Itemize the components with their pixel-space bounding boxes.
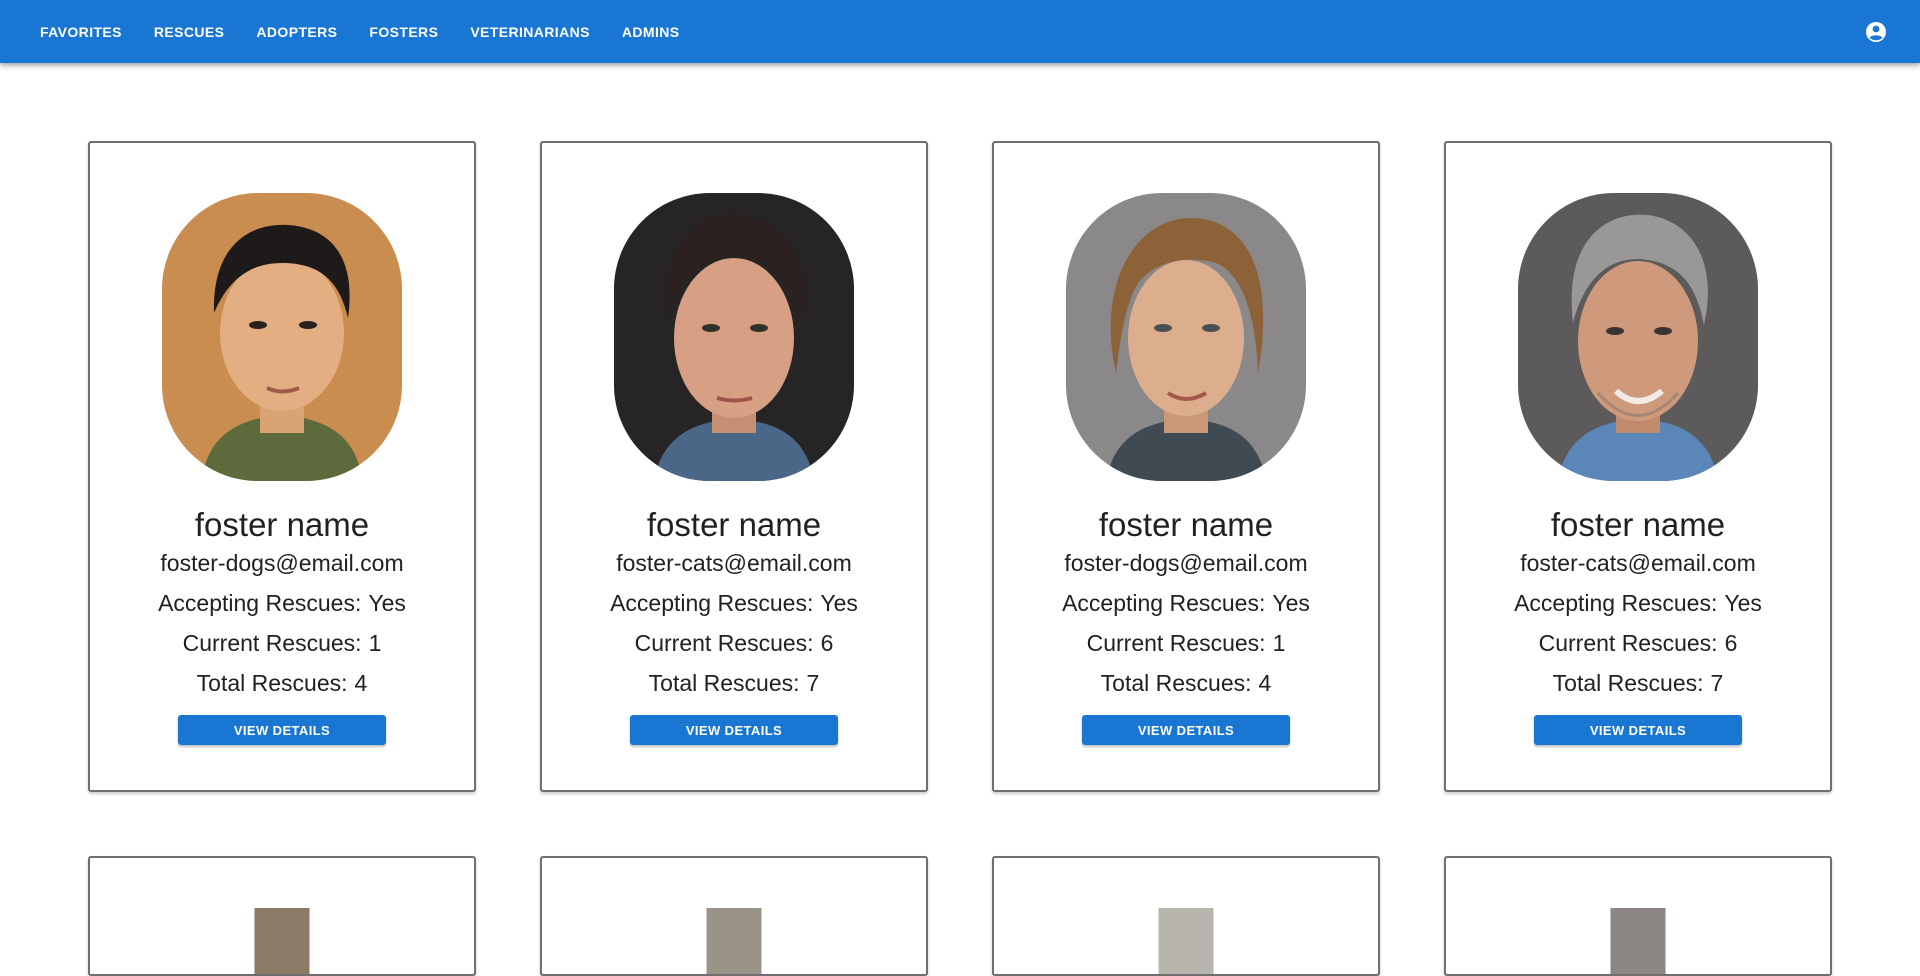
total-value: 4 [354,670,368,696]
total-value: 4 [1258,670,1272,696]
accepting-value: Yes [820,590,858,616]
total-rescues: Total Rescues: 7 [1553,667,1724,699]
foster-card [88,856,476,976]
nav-adopters[interactable]: ADOPTERS [240,16,353,48]
view-details-button[interactable]: VIEW DETAILS [1534,715,1742,745]
foster-card: foster name foster-cats@email.com Accept… [1444,141,1832,792]
view-details-button[interactable]: VIEW DETAILS [178,715,386,745]
current-rescues: Current Rescues: 6 [1539,627,1738,659]
nav-admins[interactable]: ADMINS [606,16,696,48]
total-rescues: Total Rescues: 4 [1101,667,1272,699]
accepting-value: Yes [1724,590,1762,616]
current-value: 6 [820,630,834,656]
foster-card: foster name foster-cats@email.com Accept… [540,141,928,792]
foster-portrait [1158,908,1214,974]
foster-email: foster-dogs@email.com [1064,550,1308,576]
total-value: 7 [1710,670,1724,696]
accepting-label: Accepting Rescues: [1514,590,1718,616]
foster-portrait [1518,193,1758,481]
accepting-rescues: Accepting Rescues: Yes [610,587,858,619]
current-rescues: Current Rescues: 1 [183,627,382,659]
foster-name: foster name [1550,506,1726,543]
foster-portrait [1066,193,1306,481]
total-rescues: Total Rescues: 4 [197,667,368,699]
accepting-value: Yes [368,590,406,616]
foster-card: foster name foster-dogs@email.com Accept… [88,141,476,792]
nav-favorites[interactable]: FAVORITES [24,16,138,48]
foster-portrait [706,908,762,974]
accepting-label: Accepting Rescues: [610,590,814,616]
current-label: Current Rescues: [634,630,814,656]
foster-name: foster name [1098,506,1274,543]
foster-portrait [162,193,402,481]
nav-rescues[interactable]: RESCUES [138,16,240,48]
foster-email: foster-cats@email.com [616,550,852,576]
top-app-bar: FAVORITES RESCUES ADOPTERS FOSTERS VETER… [0,0,1920,63]
current-label: Current Rescues: [1538,630,1718,656]
current-label: Current Rescues: [182,630,362,656]
account-circle-icon[interactable] [1864,20,1888,44]
foster-email: foster-cats@email.com [1520,550,1756,576]
total-label: Total Rescues: [1552,670,1704,696]
nav-fosters[interactable]: FOSTERS [353,16,454,48]
total-label: Total Rescues: [1100,670,1252,696]
current-value: 1 [368,630,382,656]
accepting-rescues: Accepting Rescues: Yes [158,587,406,619]
view-details-button[interactable]: VIEW DETAILS [1082,715,1290,745]
current-value: 6 [1724,630,1738,656]
total-value: 7 [806,670,820,696]
foster-card [1444,856,1832,976]
total-label: Total Rescues: [196,670,348,696]
accepting-label: Accepting Rescues: [1062,590,1266,616]
foster-portrait [1610,908,1666,974]
total-rescues: Total Rescues: 7 [649,667,820,699]
view-details-button[interactable]: VIEW DETAILS [630,715,838,745]
foster-name: foster name [194,506,370,543]
current-value: 1 [1272,630,1286,656]
foster-portrait [254,908,310,974]
accepting-value: Yes [1272,590,1310,616]
foster-card: foster name foster-dogs@email.com Accept… [992,141,1380,792]
accepting-rescues: Accepting Rescues: Yes [1514,587,1762,619]
foster-card-grid: foster name foster-dogs@email.com Accept… [88,141,1832,976]
accepting-rescues: Accepting Rescues: Yes [1062,587,1310,619]
current-rescues: Current Rescues: 6 [635,627,834,659]
current-rescues: Current Rescues: 1 [1087,627,1286,659]
foster-email: foster-dogs@email.com [160,550,404,576]
accepting-label: Accepting Rescues: [158,590,362,616]
foster-card [540,856,928,976]
total-label: Total Rescues: [648,670,800,696]
foster-card [992,856,1380,976]
current-label: Current Rescues: [1086,630,1266,656]
nav-veterinarians[interactable]: VETERINARIANS [454,16,606,48]
foster-name: foster name [646,506,822,543]
foster-portrait [614,193,854,481]
